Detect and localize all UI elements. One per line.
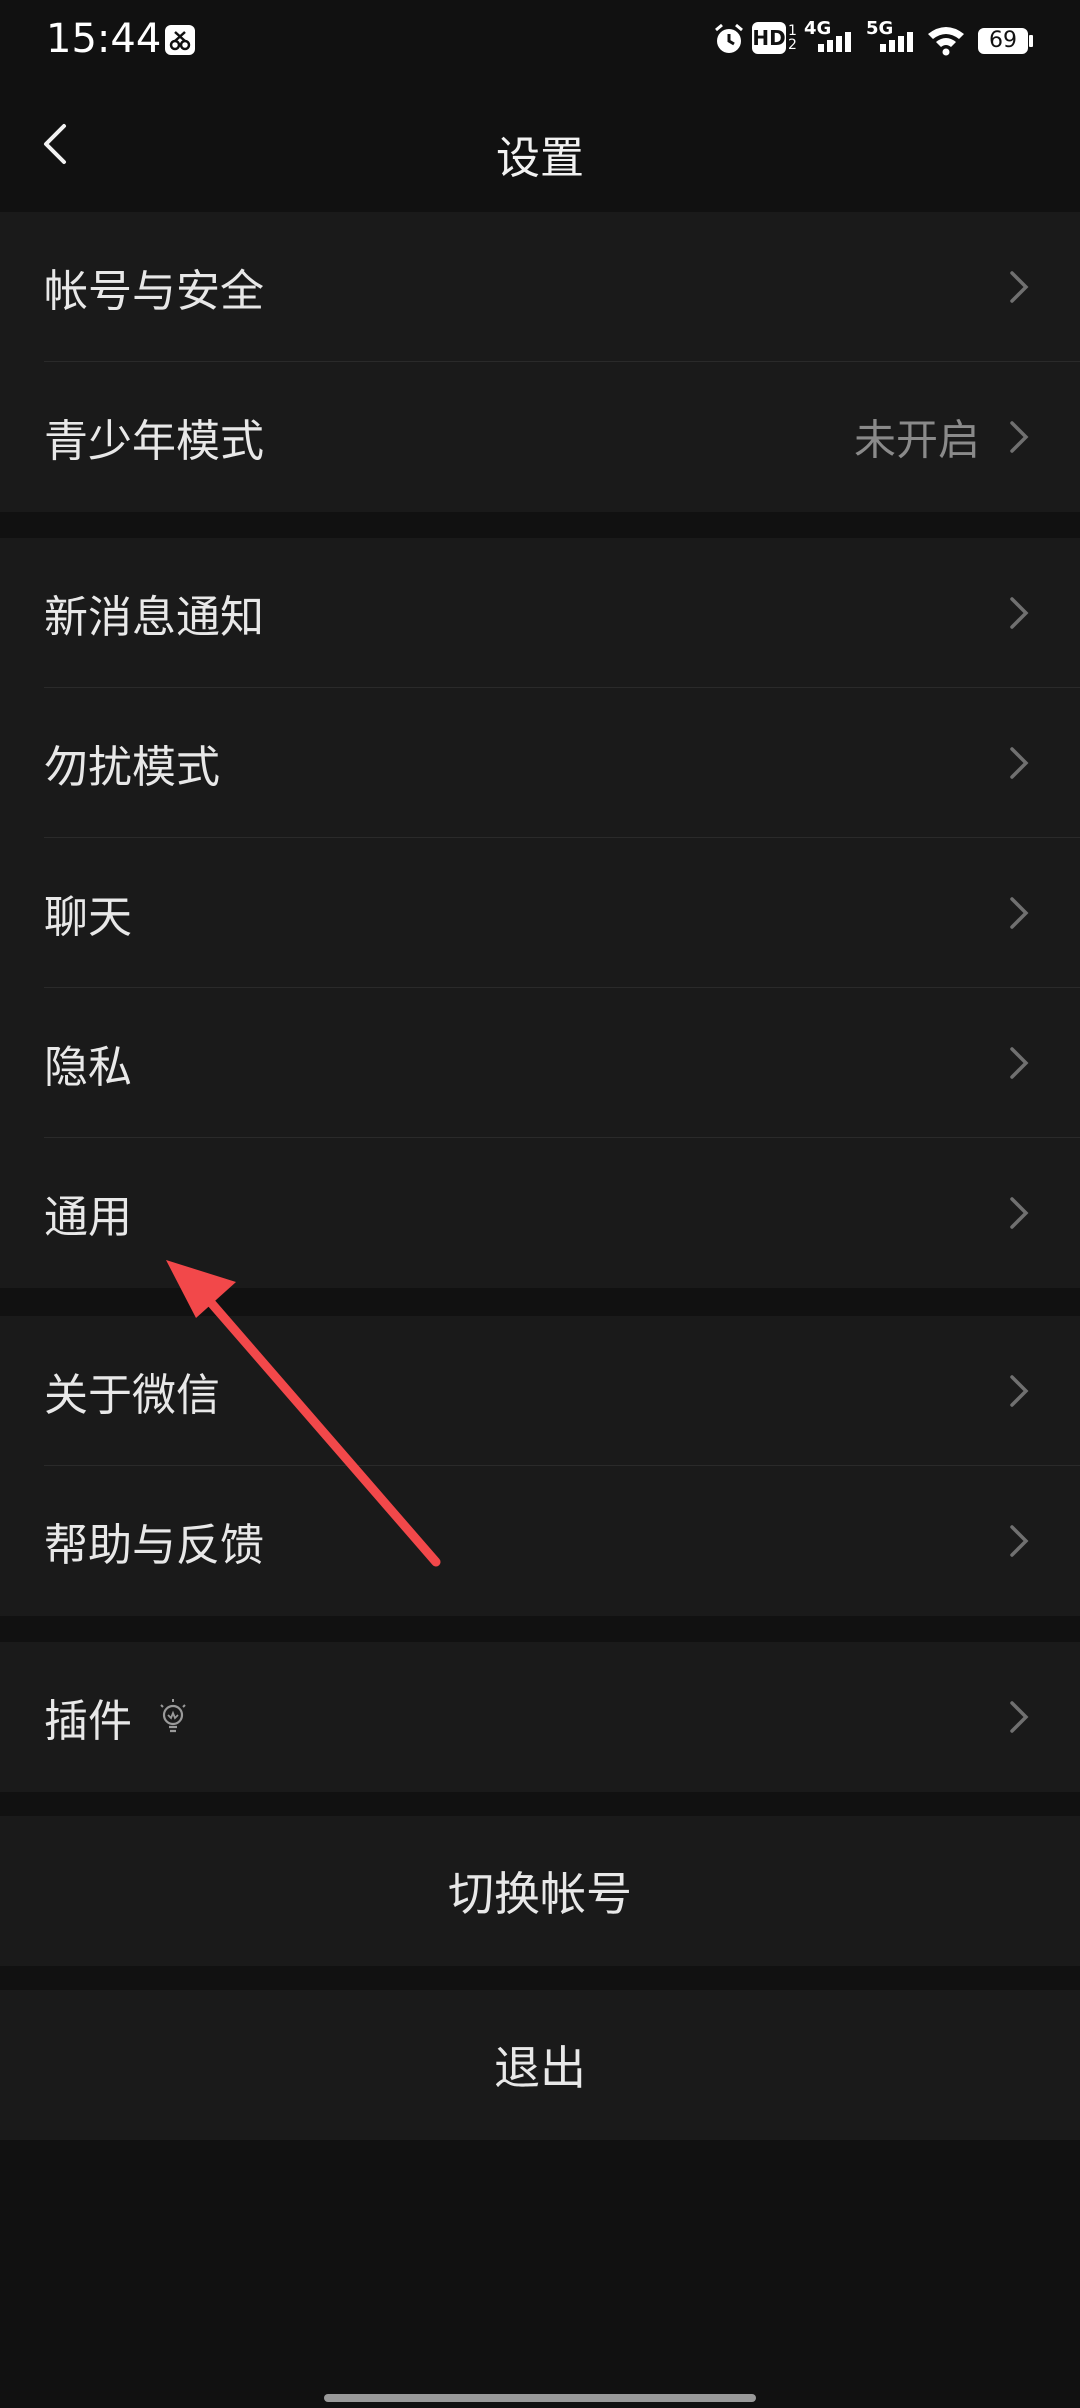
settings-item-plugins[interactable]: 插件 — [0, 1642, 1080, 1792]
settings-item-label: 新消息通知 — [44, 592, 264, 643]
chevron-right-icon — [1010, 271, 1029, 303]
logout-label: 退出 — [494, 2041, 586, 2095]
hd-label: HD — [752, 26, 786, 50]
settings-item-label: 关于微信 — [44, 1370, 220, 1421]
chevron-right-icon — [1010, 597, 1029, 629]
battery-level: 69 — [989, 28, 1017, 53]
logout-button[interactable]: 退出 — [0, 1990, 1080, 2140]
status-time: 15:44 — [46, 16, 162, 62]
settings-item-label: 插件 — [44, 1696, 132, 1747]
settings-group-general: 新消息通知 勿扰模式 聊天 隐私 通用 — [0, 538, 1080, 1288]
chevron-right-icon — [1010, 1525, 1029, 1557]
settings-group-plugins: 插件 — [0, 1642, 1080, 1792]
hd-slots: 12 — [788, 23, 797, 53]
scissors-app-icon — [165, 25, 195, 55]
settings-item-teen-mode[interactable]: 青少年模式 未开启 — [0, 362, 1080, 512]
battery-tip — [1029, 35, 1033, 47]
chevron-right-icon — [1010, 1197, 1029, 1229]
chevron-right-icon — [1010, 421, 1029, 453]
settings-item-do-not-disturb[interactable]: 勿扰模式 — [0, 688, 1080, 838]
settings-group-about: 关于微信 帮助与反馈 — [0, 1316, 1080, 1616]
switch-account-label: 切换帐号 — [448, 1867, 632, 1921]
settings-item-account-security[interactable]: 帐号与安全 — [0, 212, 1080, 362]
settings-item-label: 帮助与反馈 — [44, 1520, 264, 1571]
chevron-right-icon — [1010, 1047, 1029, 1079]
signal-4g-icon: 4G — [804, 18, 851, 52]
lightbulb-icon — [160, 1699, 186, 1733]
settings-item-new-message-notification[interactable]: 新消息通知 — [0, 538, 1080, 688]
settings-item-general[interactable]: 通用 — [0, 1138, 1080, 1288]
teen-mode-status: 未开启 — [853, 415, 980, 465]
chevron-right-icon — [1010, 747, 1029, 779]
settings-item-about-wechat[interactable]: 关于微信 — [0, 1316, 1080, 1466]
settings-item-label: 帐号与安全 — [44, 266, 264, 317]
settings-item-label: 通用 — [44, 1192, 132, 1243]
settings-item-label: 勿扰模式 — [44, 742, 220, 793]
wifi-icon — [928, 27, 964, 56]
settings-item-label: 隐私 — [44, 1042, 132, 1093]
status-bar: 15:44 HD 12 4G 5G 69 — [0, 0, 1080, 80]
switch-account-button[interactable]: 切换帐号 — [0, 1816, 1080, 1966]
battery-icon: 69 — [978, 28, 1028, 54]
navigation-bar: 设置 — [0, 80, 1080, 212]
settings-item-help-feedback[interactable]: 帮助与反馈 — [0, 1466, 1080, 1616]
settings-group-account: 帐号与安全 青少年模式 未开启 — [0, 212, 1080, 512]
alarm-icon — [715, 23, 743, 53]
home-indicator[interactable] — [324, 2394, 756, 2402]
settings-item-privacy[interactable]: 隐私 — [0, 988, 1080, 1138]
hd-icon: HD — [752, 22, 786, 54]
settings-item-chat[interactable]: 聊天 — [0, 838, 1080, 988]
signal-5g-icon: 5G — [866, 18, 913, 52]
chevron-right-icon — [1010, 1375, 1029, 1407]
chevron-right-icon — [1010, 1701, 1029, 1733]
settings-item-label: 聊天 — [44, 892, 132, 943]
page-title: 设置 — [496, 133, 584, 184]
settings-item-label: 青少年模式 — [44, 416, 264, 467]
chevron-right-icon — [1010, 897, 1029, 929]
